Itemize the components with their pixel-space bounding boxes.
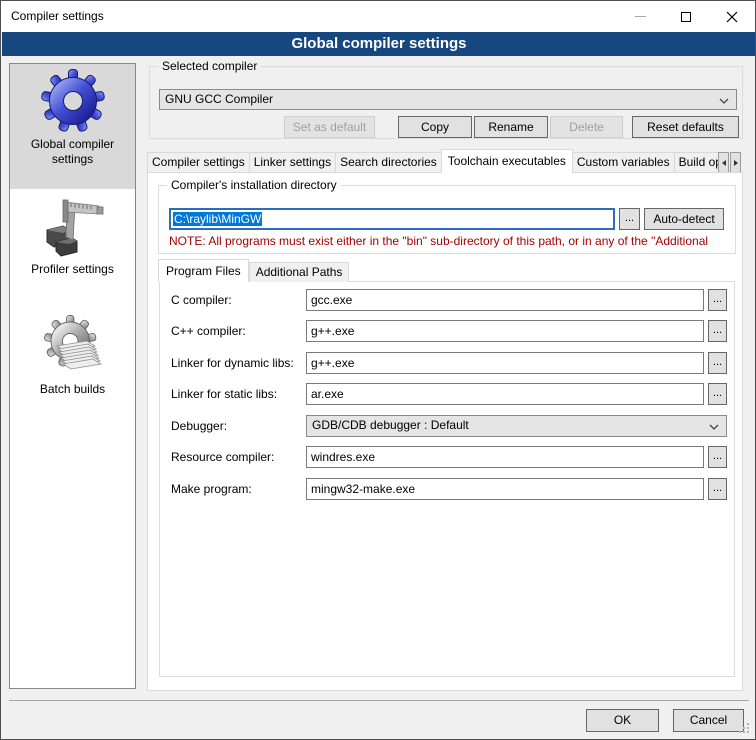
compiler-select-value: GNU GCC Compiler bbox=[165, 92, 273, 106]
c-compiler-input[interactable] bbox=[306, 289, 704, 311]
selected-compiler-group-label: Selected compiler bbox=[158, 59, 261, 73]
compiler-tab-strip: Compiler settings Linker settings Search… bbox=[147, 149, 718, 173]
tab-scroll-left-button[interactable] bbox=[718, 152, 729, 173]
resource-compiler-label: Resource compiler: bbox=[171, 446, 274, 468]
selected-compiler-group: Selected compiler GNU GCC Compiler Set a… bbox=[149, 66, 743, 139]
arrow-left-icon bbox=[722, 160, 726, 166]
reset-defaults-button[interactable]: Reset defaults bbox=[632, 116, 739, 138]
cpp-compiler-input[interactable] bbox=[306, 320, 704, 342]
install-dir-input[interactable]: C:\raylib\MinGW bbox=[169, 208, 615, 230]
cancel-button[interactable]: Cancel bbox=[673, 709, 744, 732]
program-files-panel: C compiler: ... C++ compiler: ... Linker… bbox=[159, 281, 735, 677]
make-program-browse-button[interactable]: ... bbox=[708, 478, 727, 500]
close-button[interactable] bbox=[709, 1, 755, 32]
cpp-compiler-browse-button[interactable]: ... bbox=[708, 320, 727, 342]
debugger-label: Debugger: bbox=[171, 415, 227, 437]
tab-toolchain-executables[interactable]: Toolchain executables bbox=[441, 149, 573, 173]
linker-dynamic-browse-button[interactable]: ... bbox=[708, 352, 727, 374]
minimize-button[interactable] bbox=[617, 1, 663, 32]
auto-detect-button[interactable]: Auto-detect bbox=[644, 208, 724, 230]
close-icon bbox=[726, 11, 738, 23]
linker-dynamic-input[interactable] bbox=[306, 352, 704, 374]
arrow-right-icon bbox=[734, 160, 738, 166]
bin-subdirectory-note: NOTE: All programs must exist either in … bbox=[169, 234, 729, 248]
installation-directory-group: Compiler's installation directory C:\ray… bbox=[158, 185, 736, 254]
installation-directory-group-label: Compiler's installation directory bbox=[167, 178, 341, 192]
subtab-program-files[interactable]: Program Files bbox=[158, 259, 249, 282]
copy-button[interactable]: Copy bbox=[398, 116, 472, 138]
tab-build-options[interactable]: Build options bbox=[674, 152, 718, 172]
program-files-tab-strip: Program Files Additional Paths bbox=[158, 259, 349, 282]
ok-button[interactable]: OK bbox=[586, 709, 659, 732]
caliper-icon bbox=[41, 194, 105, 258]
chevron-down-icon bbox=[719, 98, 729, 104]
dialog-heading: Global compiler settings bbox=[2, 32, 756, 56]
blue-gear-icon bbox=[41, 69, 105, 133]
footer-divider bbox=[9, 700, 749, 701]
delete-button[interactable]: Delete bbox=[550, 116, 623, 138]
sidebar-item-label: Global compiler settings bbox=[10, 137, 135, 167]
tab-custom-variables[interactable]: Custom variables bbox=[572, 152, 675, 172]
tab-compiler-settings[interactable]: Compiler settings bbox=[147, 152, 250, 172]
toolchain-executables-panel: Compiler's installation directory C:\ray… bbox=[147, 172, 743, 691]
c-compiler-browse-button[interactable]: ... bbox=[708, 289, 727, 311]
chevron-down-icon bbox=[709, 424, 719, 430]
set-as-default-button[interactable]: Set as default bbox=[284, 116, 375, 138]
tab-scroll-right-button[interactable] bbox=[730, 152, 741, 173]
compiler-settings-window: Compiler settings Global compiler settin… bbox=[0, 0, 756, 740]
cpp-compiler-label: C++ compiler: bbox=[171, 320, 246, 342]
gray-gear-stack-icon bbox=[41, 314, 105, 378]
sidebar-item-global-compiler-settings[interactable]: Global compiler settings bbox=[10, 64, 135, 189]
make-program-input[interactable] bbox=[306, 478, 704, 500]
subtab-additional-paths[interactable]: Additional Paths bbox=[249, 262, 350, 282]
settings-category-list: Global compiler settings Profiler settin… bbox=[9, 63, 136, 689]
maximize-button[interactable] bbox=[663, 1, 709, 32]
maximize-icon bbox=[681, 12, 691, 22]
resource-compiler-input[interactable] bbox=[306, 446, 704, 468]
linker-static-browse-button[interactable]: ... bbox=[708, 383, 727, 405]
sidebar-item-label: Profiler settings bbox=[10, 262, 135, 277]
debugger-select[interactable]: GDB/CDB debugger : Default bbox=[306, 415, 727, 437]
tab-linker-settings[interactable]: Linker settings bbox=[249, 152, 336, 172]
sidebar-item-batch-builds[interactable]: Batch builds bbox=[10, 309, 135, 427]
c-compiler-label: C compiler: bbox=[171, 289, 232, 311]
window-title: Compiler settings bbox=[11, 1, 104, 32]
install-dir-selected-text: C:\raylib\MinGW bbox=[173, 212, 262, 226]
titlebar[interactable]: Compiler settings bbox=[1, 1, 755, 32]
minimize-icon bbox=[635, 16, 646, 17]
linker-static-input[interactable] bbox=[306, 383, 704, 405]
resize-grip[interactable] bbox=[738, 722, 751, 735]
debugger-select-value: GDB/CDB debugger : Default bbox=[312, 418, 469, 432]
sidebar-item-label: Batch builds bbox=[10, 382, 135, 397]
linker-static-label: Linker for static libs: bbox=[171, 383, 277, 405]
make-program-label: Make program: bbox=[171, 478, 252, 500]
tab-search-directories[interactable]: Search directories bbox=[335, 152, 442, 172]
linker-dynamic-label: Linker for dynamic libs: bbox=[171, 352, 294, 374]
rename-button[interactable]: Rename bbox=[474, 116, 548, 138]
sidebar-item-profiler-settings[interactable]: Profiler settings bbox=[10, 189, 135, 309]
resource-compiler-browse-button[interactable]: ... bbox=[708, 446, 727, 468]
install-dir-browse-button[interactable]: ... bbox=[619, 208, 640, 230]
compiler-select[interactable]: GNU GCC Compiler bbox=[159, 89, 737, 110]
